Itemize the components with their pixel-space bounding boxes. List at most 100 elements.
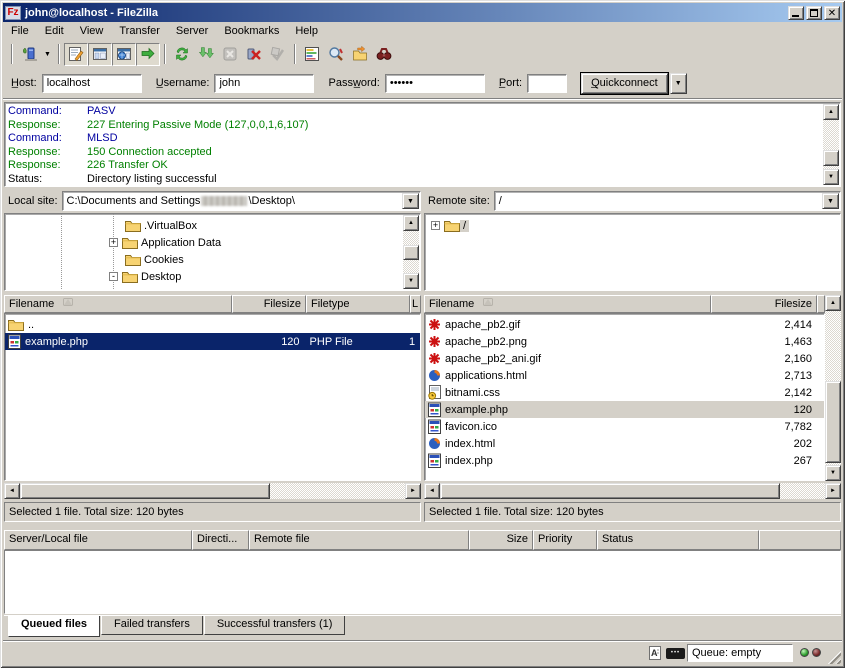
scroll-right-button[interactable]: ►	[825, 483, 841, 499]
toggle-local-tree-button[interactable]	[88, 43, 112, 66]
file-row-example-php[interactable]: example.php 120 PHP File 1	[5, 333, 420, 350]
column-header-server-local-file[interactable]: Server/Local file	[4, 530, 192, 550]
close-button[interactable]: ✕	[824, 6, 840, 20]
column-header-filetype[interactable]: Filetype	[306, 295, 410, 313]
minimize-button[interactable]	[788, 6, 804, 20]
maximize-button[interactable]	[806, 6, 822, 20]
remote-site-dropdown[interactable]: ▼	[822, 193, 839, 209]
filter-button[interactable]	[372, 43, 396, 66]
menu-file[interactable]: File	[3, 23, 37, 39]
app-icon[interactable]: Fz	[5, 6, 21, 20]
file-row-selected[interactable]: example.php 120	[425, 401, 824, 418]
synchronized-browsing-button[interactable]	[348, 43, 372, 66]
scroll-up-button[interactable]: ▲	[825, 295, 841, 311]
toggle-message-log-button[interactable]	[64, 43, 88, 66]
expand-icon[interactable]: +	[431, 221, 440, 230]
file-row[interactable]: bitnami.css 2,142	[425, 384, 824, 401]
encryption-indicator-icon[interactable]: •••	[666, 648, 685, 659]
file-row-parent[interactable]: ..	[5, 316, 420, 333]
tree-item-root[interactable]: + /	[431, 217, 469, 234]
port-input[interactable]	[527, 74, 567, 93]
menu-transfer[interactable]: Transfer	[111, 23, 168, 39]
toggle-remote-tree-button[interactable]	[112, 43, 136, 66]
file-row[interactable]: apache_pb2_ani.gif 2,160	[425, 350, 824, 367]
expand-icon[interactable]: +	[109, 238, 118, 247]
password-input[interactable]	[385, 74, 485, 93]
column-header-priority[interactable]: Priority	[533, 530, 597, 550]
column-header-lastmodified[interactable]: L	[410, 295, 421, 313]
local-tree-scrollbar[interactable]: ▲ ▼	[403, 215, 419, 289]
log-scrollbar[interactable]: ▲ ▼	[823, 104, 839, 185]
directory-comparison-button[interactable]	[300, 43, 324, 66]
scroll-thumb[interactable]	[20, 483, 270, 499]
quickconnect-dropdown[interactable]: ▼	[670, 73, 687, 94]
file-row[interactable]: applications.html 2,713	[425, 367, 824, 384]
column-header-filesize[interactable]: Filesize	[711, 295, 817, 313]
refresh-button[interactable]	[170, 43, 194, 66]
transfer-queue-icon	[140, 46, 156, 62]
tree-item-cookies[interactable]: Cookies	[125, 251, 187, 268]
scroll-left-button[interactable]: ◄	[424, 483, 440, 499]
local-site-combo[interactable]: C:\Documents and Settings\Desktop\ ▼	[62, 191, 421, 211]
queue-tabs: Queued files Failed transfers Successful…	[4, 615, 841, 638]
column-header-size[interactable]: Size	[469, 530, 533, 550]
local-site-dropdown[interactable]: ▼	[402, 193, 419, 209]
tree-item-desktop[interactable]: - Desktop	[109, 268, 184, 285]
username-input[interactable]	[214, 74, 314, 93]
scroll-right-button[interactable]: ►	[405, 483, 421, 499]
scroll-down-button[interactable]: ▼	[823, 169, 839, 185]
remote-list-scrollbar[interactable]: ▲ ▼	[825, 295, 841, 481]
title-bar[interactable]: Fz john@localhost - FileZilla ✕	[3, 3, 842, 22]
scroll-left-button[interactable]: ◄	[4, 483, 20, 499]
scroll-up-button[interactable]: ▲	[403, 215, 419, 231]
scroll-thumb[interactable]	[403, 245, 419, 260]
disconnect-button[interactable]	[242, 43, 266, 66]
reconnect-button[interactable]	[266, 43, 290, 66]
scroll-down-button[interactable]: ▼	[825, 465, 841, 481]
column-header-direction[interactable]: Directi...	[192, 530, 249, 550]
menu-edit[interactable]: Edit	[37, 23, 72, 39]
collapse-icon[interactable]: -	[109, 272, 118, 281]
quickconnect-button[interactable]: Q̲uickconnect	[581, 73, 668, 94]
column-header-filename[interactable]: Filename	[4, 295, 232, 313]
menu-server[interactable]: Server	[168, 23, 216, 39]
column-header-filename[interactable]: Filename	[424, 295, 711, 313]
column-header-remote-file[interactable]: Remote file	[249, 530, 469, 550]
site-manager-dropdown[interactable]: ▼	[41, 43, 54, 66]
queue-list[interactable]	[4, 550, 841, 614]
file-row[interactable]: apache_pb2.png 1,463	[425, 333, 824, 350]
file-row[interactable]: favicon.ico 7,782	[425, 418, 824, 435]
file-row[interactable]: index.html 202	[425, 435, 824, 452]
scroll-down-button[interactable]: ▼	[403, 273, 419, 289]
log-line: Status:Directory listing successful	[5, 173, 840, 187]
process-queue-button[interactable]	[194, 43, 218, 66]
tab-successful-transfers[interactable]: Successful transfers (1)	[204, 616, 346, 635]
menu-view[interactable]: View	[72, 23, 112, 39]
column-header-status[interactable]: Status	[597, 530, 759, 550]
toggle-transfer-queue-button[interactable]	[136, 43, 160, 66]
remote-site-combo[interactable]: / ▼	[494, 191, 841, 211]
local-hscrollbar[interactable]: ◄ ►	[4, 483, 421, 499]
menu-bookmarks[interactable]: Bookmarks	[216, 23, 287, 39]
tab-failed-transfers[interactable]: Failed transfers	[101, 616, 203, 635]
scroll-thumb[interactable]	[440, 483, 780, 499]
menu-help[interactable]: Help	[287, 23, 326, 39]
tree-item-application-data[interactable]: + Application Data	[109, 234, 224, 251]
scroll-thumb[interactable]	[823, 150, 839, 166]
queue-status: Queue: empty	[687, 644, 793, 662]
column-header-filesize[interactable]: Filesize	[232, 295, 306, 313]
scroll-up-button[interactable]: ▲	[823, 104, 839, 120]
tree-item-virtualbox[interactable]: .VirtualBox	[125, 217, 200, 234]
site-manager-button[interactable]	[17, 43, 41, 66]
tab-queued-files[interactable]: Queued files	[8, 616, 100, 637]
file-row[interactable]: index.php 267	[425, 452, 824, 469]
resize-grip[interactable]	[826, 649, 841, 664]
transfer-type-indicator-icon[interactable]: A	[648, 645, 662, 661]
activity-led-receive	[812, 648, 821, 657]
cancel-operation-button[interactable]	[218, 43, 242, 66]
host-input[interactable]	[42, 74, 142, 93]
find-files-button[interactable]	[324, 43, 348, 66]
file-row[interactable]: apache_pb2.gif 2,414	[425, 316, 824, 333]
remote-hscrollbar[interactable]: ◄ ►	[424, 483, 841, 499]
scroll-thumb[interactable]	[825, 381, 841, 463]
